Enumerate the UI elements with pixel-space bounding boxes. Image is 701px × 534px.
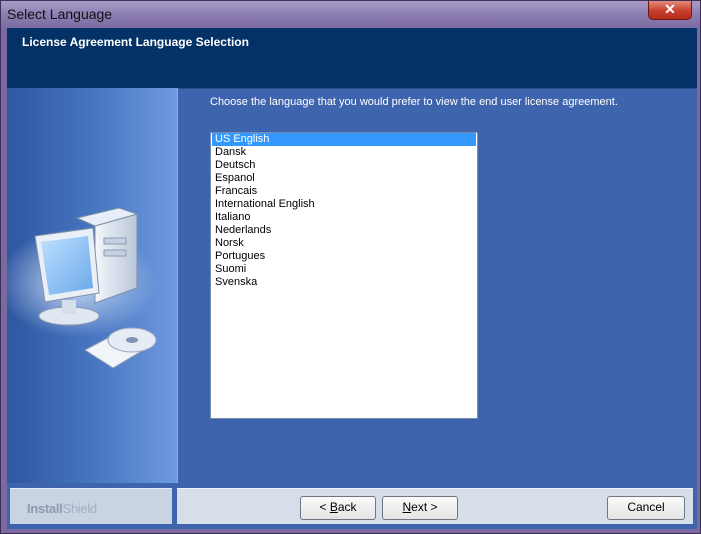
language-option[interactable]: Italiano [212, 211, 476, 224]
close-button[interactable]: ✕ [648, 1, 692, 20]
logo-text-bold: Install [27, 501, 63, 516]
language-option[interactable]: Norsk [212, 237, 476, 250]
logo-text-light: Shield [62, 501, 97, 516]
panel-divider [177, 88, 178, 483]
page-title: License Agreement Language Selection [22, 35, 249, 49]
language-option[interactable]: International English [212, 198, 476, 211]
installer-window: Select Language ✕ License Agreement Lang… [0, 0, 701, 534]
language-option[interactable]: Dansk [212, 146, 476, 159]
window-title: Select Language [7, 6, 113, 22]
close-icon: ✕ [664, 1, 676, 17]
language-option[interactable]: Deutsch [212, 159, 476, 172]
brand-area: InstallShield [10, 488, 172, 524]
language-listbox[interactable]: US English Dansk Deutsch Espanol Francais Int… [210, 132, 478, 419]
cancel-button[interactable]: Cancel [607, 496, 685, 520]
button-bar: < Back Next > Cancel [177, 488, 693, 524]
computer-cd-icon [0, 207, 157, 369]
side-graphic-panel [0, 88, 177, 483]
next-button[interactable]: Next > [382, 496, 458, 520]
language-option[interactable]: Nederlands [212, 224, 476, 237]
language-option[interactable]: Suomi [212, 263, 476, 276]
next-label: ext > [411, 500, 438, 514]
back-label: ack [337, 500, 357, 514]
installshield-logo: InstallShield [27, 501, 97, 516]
back-mnemonic: B [329, 500, 338, 514]
language-option[interactable]: Espanol [212, 172, 476, 185]
footer-bar: InstallShield < Back Next > Cancel [7, 483, 697, 529]
dialog-body: License Agreement Language Selection Cho… [0, 28, 697, 529]
next-mnemonic: N [402, 500, 412, 514]
header-banner: License Agreement Language Selection [7, 28, 697, 89]
back-arrow: < [319, 500, 330, 514]
title-bar[interactable]: Select Language ✕ [1, 1, 700, 28]
language-option[interactable]: Svenska [212, 276, 476, 289]
back-button[interactable]: < Back [300, 496, 376, 520]
language-option[interactable]: Portugues [212, 250, 476, 263]
language-option[interactable]: US English [212, 133, 476, 146]
instruction-text: Choose the language that you would prefe… [210, 96, 618, 108]
language-option[interactable]: Francais [212, 185, 476, 198]
